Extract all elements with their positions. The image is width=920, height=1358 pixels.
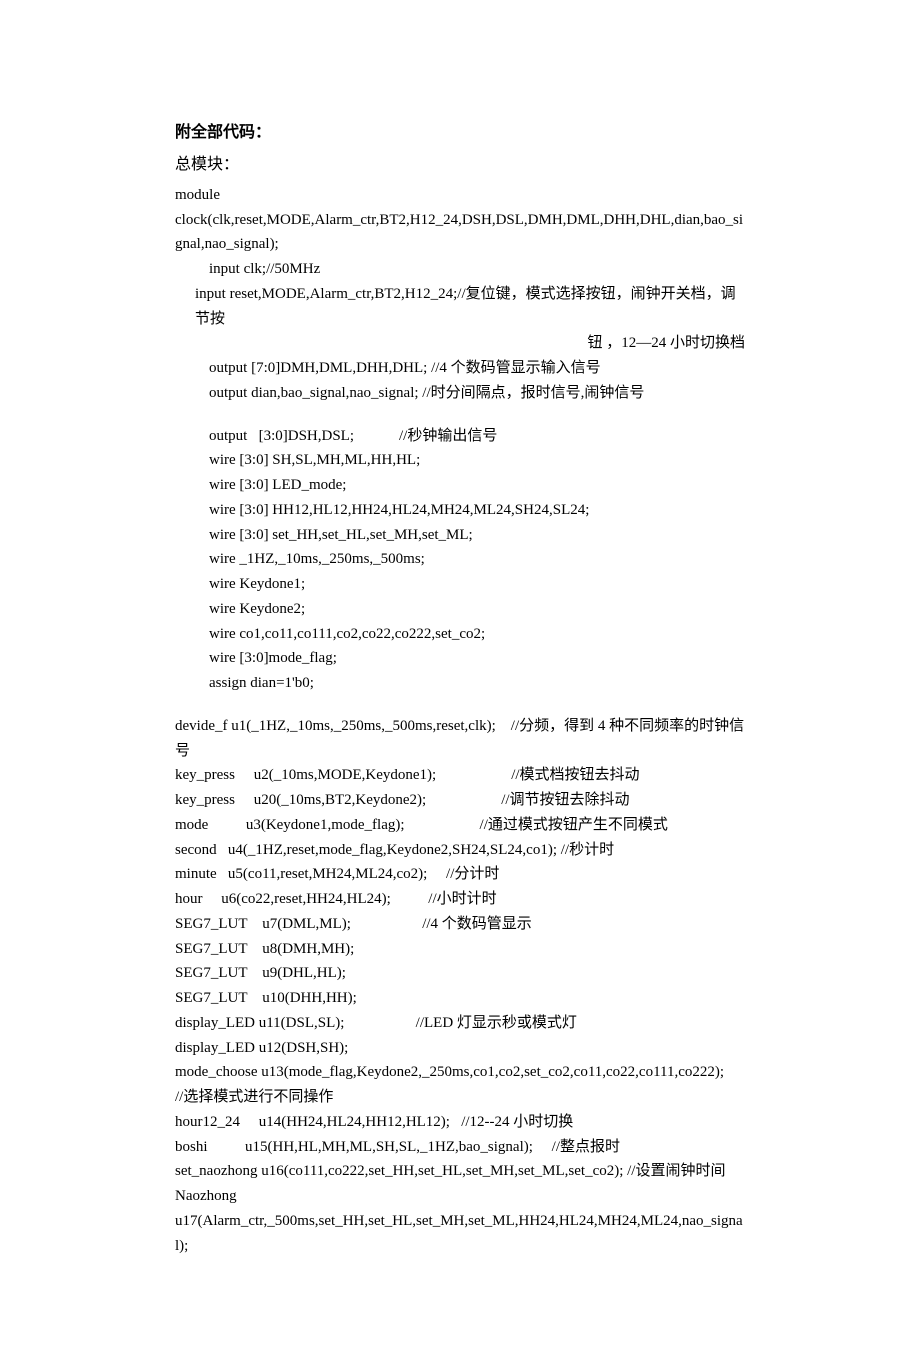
page-title: 附全部代码： bbox=[175, 120, 745, 146]
code-line: mode_choose u13(mode_flag,Keydone2,_250m… bbox=[175, 1060, 745, 1110]
code-line: output dian,bao_signal,nao_signal; //时分间… bbox=[175, 381, 745, 406]
code-line: key_press u20(_10ms,BT2,Keydone2); //调节按… bbox=[175, 788, 745, 813]
code-line: devide_f u1(_1HZ,_10ms,_250ms,_500ms,res… bbox=[175, 714, 745, 764]
code-line: wire [3:0] HH12,HL12,HH24,HL24,MH24,ML24… bbox=[175, 498, 745, 523]
code-line: second u4(_1HZ,reset,mode_flag,Keydone2,… bbox=[175, 838, 745, 863]
code-line: assign dian=1'b0; bbox=[175, 671, 745, 696]
code-line: u17(Alarm_ctr,_500ms,set_HH,set_HL,set_M… bbox=[175, 1209, 745, 1259]
blank-line bbox=[175, 696, 745, 714]
code-line: mode u3(Keydone1,mode_flag); //通过模式按钮产生不… bbox=[175, 813, 745, 838]
code-line: hour u6(co22,reset,HH24,HL24); //小时计时 bbox=[175, 887, 745, 912]
code-line: key_press u2(_10ms,MODE,Keydone1); //模式档… bbox=[175, 763, 745, 788]
code-line: input clk;//50MHz bbox=[175, 257, 745, 282]
code-line: boshi u15(HH,HL,MH,ML,SH,SL,_1HZ,bao_sig… bbox=[175, 1135, 745, 1160]
code-line: SEG7_LUT u8(DMH,MH); bbox=[175, 937, 745, 962]
code-line: output [3:0]DSH,DSL; //秒钟输出信号 bbox=[175, 424, 745, 449]
blank-line bbox=[175, 406, 745, 424]
code-line: display_LED u12(DSH,SH); bbox=[175, 1036, 745, 1061]
code-line: input reset,MODE,Alarm_ctr,BT2,H12_24;//… bbox=[175, 282, 745, 332]
code-line: hour12_24 u14(HH24,HL24,HH12,HL12); //12… bbox=[175, 1110, 745, 1135]
code-line: output [7:0]DMH,DML,DHH,DHL; //4 个数码管显示输… bbox=[175, 356, 745, 381]
code-line: wire Keydone1; bbox=[175, 572, 745, 597]
code-line: wire _1HZ,_10ms,_250ms,_500ms; bbox=[175, 547, 745, 572]
code-line: Naozhong bbox=[175, 1184, 745, 1209]
code-line: set_naozhong u16(co111,co222,set_HH,set_… bbox=[175, 1159, 745, 1184]
code-line: 钮 ，12—24 小时切换档 bbox=[175, 331, 745, 356]
code-line: module bbox=[175, 183, 745, 208]
code-line: minute u5(co11,reset,MH24,ML24,co2); //分… bbox=[175, 862, 745, 887]
code-line: wire [3:0] LED_mode; bbox=[175, 473, 745, 498]
code-line: wire co1,co11,co111,co2,co22,co222,set_c… bbox=[175, 622, 745, 647]
code-line: SEG7_LUT u7(DML,ML); //4 个数码管显示 bbox=[175, 912, 745, 937]
code-line: SEG7_LUT u10(DHH,HH); bbox=[175, 986, 745, 1011]
code-line: wire [3:0] set_HH,set_HL,set_MH,set_ML; bbox=[175, 523, 745, 548]
code-block: moduleclock(clk,reset,MODE,Alarm_ctr,BT2… bbox=[175, 183, 745, 1259]
code-line: SEG7_LUT u9(DHL,HL); bbox=[175, 961, 745, 986]
section-subtitle: 总模块： bbox=[175, 152, 745, 178]
code-line: wire [3:0] SH,SL,MH,ML,HH,HL; bbox=[175, 448, 745, 473]
code-line: display_LED u11(DSL,SL); //LED 灯显示秒或模式灯 bbox=[175, 1011, 745, 1036]
document-page: 附全部代码： 总模块： moduleclock(clk,reset,MODE,A… bbox=[0, 0, 920, 1358]
code-line: wire [3:0]mode_flag; bbox=[175, 646, 745, 671]
code-line: clock(clk,reset,MODE,Alarm_ctr,BT2,H12_2… bbox=[175, 208, 745, 258]
code-line: wire Keydone2; bbox=[175, 597, 745, 622]
